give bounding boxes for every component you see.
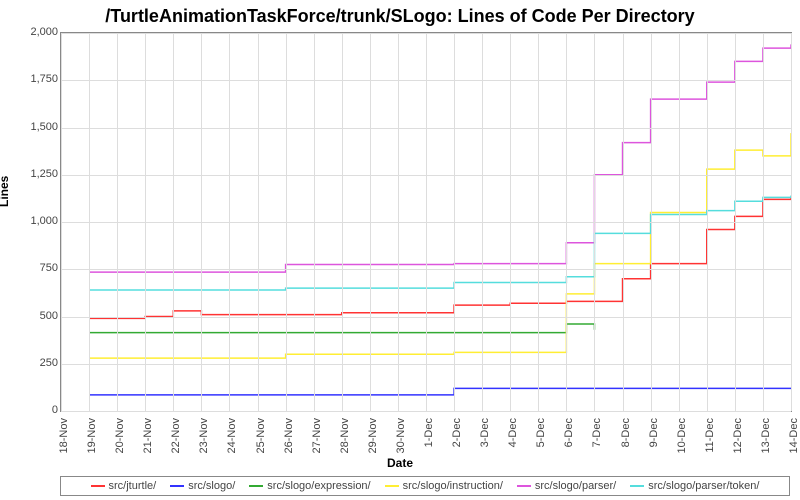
grid-line-v xyxy=(623,33,624,411)
grid-line-v xyxy=(89,33,90,411)
grid-line-v xyxy=(679,33,680,411)
x-tick: 6-Dec xyxy=(563,418,575,447)
x-tick: 7-Dec xyxy=(591,418,603,447)
x-tick: 4-Dec xyxy=(507,418,519,447)
grid-line-v xyxy=(707,33,708,411)
plot-area xyxy=(60,32,792,412)
legend-label: src/slogo/parser/token/ xyxy=(648,480,759,492)
x-tick: 28-Nov xyxy=(339,418,351,453)
y-tick: 1,500 xyxy=(13,121,58,133)
grid-line-v xyxy=(763,33,764,411)
grid-line-v xyxy=(145,33,146,411)
x-tick: 27-Nov xyxy=(311,418,323,453)
series-line xyxy=(89,197,791,318)
legend-swatch xyxy=(385,485,399,487)
legend-swatch xyxy=(630,485,644,487)
x-tick: 14-Dec xyxy=(788,418,800,453)
legend-swatch xyxy=(170,485,184,487)
series-line xyxy=(89,196,791,291)
x-tick: 30-Nov xyxy=(395,418,407,453)
grid-line-v xyxy=(426,33,427,411)
legend-item: src/slogo/expression/ xyxy=(249,480,370,492)
x-tick: 21-Nov xyxy=(142,418,154,453)
y-tick: 250 xyxy=(13,357,58,369)
x-tick: 12-Dec xyxy=(732,418,744,453)
grid-line-v xyxy=(61,33,62,411)
legend-label: src/slogo/expression/ xyxy=(267,480,370,492)
legend-swatch xyxy=(249,485,263,487)
grid-line-v xyxy=(735,33,736,411)
x-tick: 10-Dec xyxy=(676,418,688,453)
legend-item: src/slogo/ xyxy=(170,480,235,492)
x-axis-label: Date xyxy=(0,456,800,470)
y-tick: 750 xyxy=(13,262,58,274)
grid-line-v xyxy=(510,33,511,411)
y-tick: 1,250 xyxy=(13,168,58,180)
legend-swatch xyxy=(91,485,105,487)
grid-line-v xyxy=(201,33,202,411)
x-tick: 2-Dec xyxy=(451,418,463,447)
x-tick: 23-Nov xyxy=(198,418,210,453)
legend-swatch xyxy=(517,485,531,487)
grid-line-v xyxy=(566,33,567,411)
grid-line-v xyxy=(117,33,118,411)
x-tick: 13-Dec xyxy=(760,418,772,453)
x-tick: 19-Nov xyxy=(86,418,98,453)
y-tick: 1,750 xyxy=(13,73,58,85)
legend-item: src/slogo/parser/token/ xyxy=(630,480,759,492)
x-tick: 1-Dec xyxy=(423,418,435,447)
y-axis-label: Lines xyxy=(0,176,11,207)
grid-line-v xyxy=(651,33,652,411)
grid-line-v xyxy=(791,33,792,411)
x-tick: 18-Nov xyxy=(58,418,70,453)
x-tick: 24-Nov xyxy=(226,418,238,453)
grid-line-v xyxy=(314,33,315,411)
legend-label: src/slogo/parser/ xyxy=(535,480,616,492)
grid-line-v xyxy=(173,33,174,411)
x-tick: 11-Dec xyxy=(704,418,716,453)
grid-line-v xyxy=(398,33,399,411)
legend: src/jturtle/src/slogo/src/slogo/expressi… xyxy=(60,476,790,496)
legend-label: src/jturtle/ xyxy=(109,480,157,492)
chart-title: /TurtleAnimationTaskForce/trunk/SLogo: L… xyxy=(0,6,800,27)
x-tick: 26-Nov xyxy=(283,418,295,453)
legend-item: src/slogo/instruction/ xyxy=(385,480,503,492)
grid-line-v xyxy=(454,33,455,411)
x-tick: 3-Dec xyxy=(479,418,491,447)
grid-line-v xyxy=(594,33,595,411)
grid-line-v xyxy=(229,33,230,411)
grid-line-h xyxy=(61,411,791,412)
grid-line-v xyxy=(258,33,259,411)
y-tick: 1,000 xyxy=(13,215,58,227)
legend-label: src/slogo/ xyxy=(188,480,235,492)
series-line xyxy=(89,388,791,395)
y-tick: 0 xyxy=(13,404,58,416)
grid-line-v xyxy=(342,33,343,411)
grid-line-v xyxy=(482,33,483,411)
grid-line-v xyxy=(370,33,371,411)
x-tick: 5-Dec xyxy=(535,418,547,447)
y-tick: 2,000 xyxy=(13,26,58,38)
grid-line-v xyxy=(286,33,287,411)
chart-container: /TurtleAnimationTaskForce/trunk/SLogo: L… xyxy=(0,0,800,500)
y-tick: 500 xyxy=(13,310,58,322)
series-line xyxy=(89,44,791,272)
legend-label: src/slogo/instruction/ xyxy=(403,480,503,492)
grid-line-v xyxy=(538,33,539,411)
x-tick: 22-Nov xyxy=(170,418,182,453)
x-tick: 25-Nov xyxy=(255,418,267,453)
x-tick: 20-Nov xyxy=(114,418,126,453)
series-line xyxy=(89,133,791,358)
x-tick: 9-Dec xyxy=(648,418,660,447)
x-tick: 8-Dec xyxy=(620,418,632,447)
legend-item: src/jturtle/ xyxy=(91,480,157,492)
x-tick: 29-Nov xyxy=(367,418,379,453)
legend-item: src/slogo/parser/ xyxy=(517,480,616,492)
